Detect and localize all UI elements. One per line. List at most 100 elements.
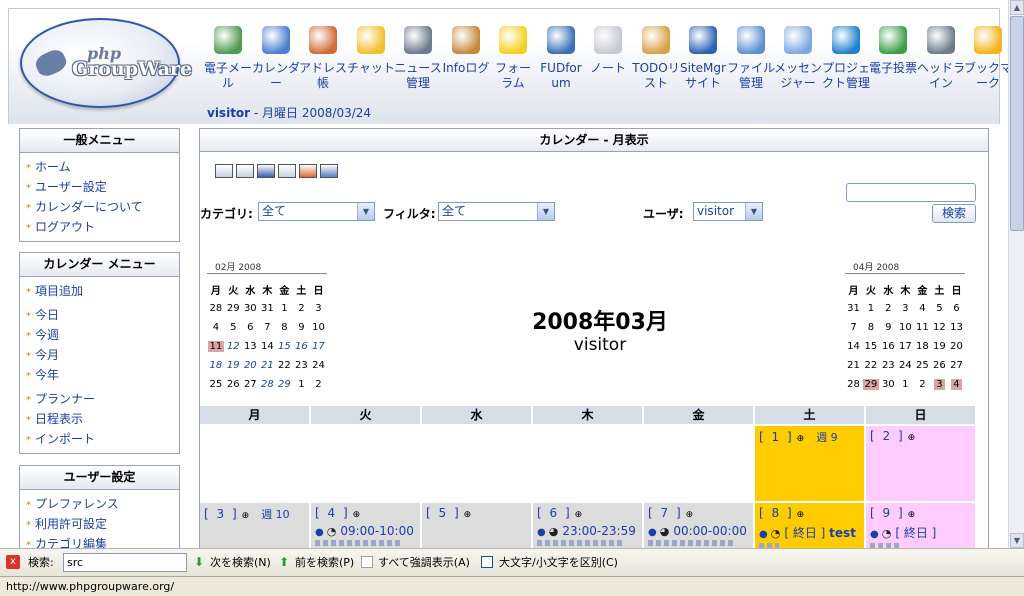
app-email[interactable]: 電子メール <box>204 26 252 91</box>
mini-day[interactable]: 26 <box>225 375 242 394</box>
day-cell-mon[interactable]: [ 3 ] ⊕ 週 10 <box>200 503 311 548</box>
day-link[interactable]: [ 3 ] <box>204 507 239 521</box>
day-link[interactable]: [ 5 ] <box>426 506 461 520</box>
app-headlines[interactable]: ヘッドライン <box>917 26 965 91</box>
app-todo[interactable]: TODOリスト <box>632 26 680 91</box>
find-next-button[interactable]: 次を検索(N) <box>210 555 271 571</box>
mini-day[interactable]: 23 <box>880 356 897 375</box>
mini-day[interactable]: 17 <box>897 337 914 356</box>
mini-day[interactable]: 5 <box>931 299 948 318</box>
app-globe[interactable]: SiteMgrサイト <box>679 26 727 91</box>
mini-day[interactable]: 30 <box>242 299 259 318</box>
phpgroupware-logo[interactable]: php GroupWare <box>20 18 192 108</box>
day-cell-fri[interactable]: [ 7 ] ⊕ ● ◕ 00:00-00:00 <box>644 503 755 548</box>
mini-day[interactable]: 6 <box>242 318 259 337</box>
app-notes[interactable]: ノート <box>584 26 632 76</box>
mini-day[interactable]: 16 <box>880 337 897 356</box>
view-matrix-icon[interactable] <box>320 164 338 178</box>
day-cell-sat[interactable]: [ 8 ] ⊕ ● ◔[ 終日 ] test <box>755 503 866 548</box>
day-link[interactable]: [ 2 ] <box>870 429 905 443</box>
mini-day[interactable]: 19 <box>225 356 242 375</box>
mini-day[interactable]: 29 <box>225 299 242 318</box>
mini-day[interactable]: 11 <box>207 337 225 356</box>
mini-day[interactable]: 3 <box>310 299 327 318</box>
find-input[interactable]: src <box>63 553 187 572</box>
add-event-icon[interactable]: ⊕ <box>353 510 361 520</box>
app-addressbook[interactable]: アドレス帳 <box>299 26 347 91</box>
app-chat[interactable]: チャット <box>347 26 395 76</box>
mini-day[interactable]: 26 <box>931 356 948 375</box>
mini-day[interactable]: 31 <box>259 299 276 318</box>
mini-day[interactable]: 12 <box>225 337 242 356</box>
event-item[interactable]: ● ◔[ 終日 ] test <box>759 524 860 541</box>
calendar-search-input[interactable] <box>846 183 976 202</box>
menu-preferences[interactable]: * プレファレンス <box>26 494 179 514</box>
mini-day[interactable]: 5 <box>225 318 242 337</box>
mini-day[interactable]: 1 <box>293 375 310 394</box>
mini-day[interactable]: 6 <box>948 299 965 318</box>
mini-day[interactable]: 29 <box>276 375 293 394</box>
add-event-icon[interactable]: ⊕ <box>242 511 250 521</box>
app-news[interactable]: ニュース管理 <box>394 26 442 91</box>
add-event-icon[interactable]: ⊕ <box>908 433 916 443</box>
day-link[interactable]: [ 9 ] <box>870 506 905 520</box>
mini-day[interactable]: 31 <box>845 299 862 318</box>
app-folder[interactable]: ファイル管理 <box>727 26 775 91</box>
mini-day[interactable]: 29 <box>862 375 880 394</box>
mini-day[interactable]: 10 <box>310 318 327 337</box>
mini-day[interactable]: 25 <box>914 356 931 375</box>
add-event-icon[interactable]: ⊕ <box>575 510 583 520</box>
mini-day[interactable]: 18 <box>207 356 225 375</box>
mini-day[interactable]: 4 <box>914 299 931 318</box>
mini-day[interactable]: 14 <box>845 337 862 356</box>
find-prev-button[interactable]: 前を検索(P) <box>295 555 354 571</box>
mini-day[interactable]: 8 <box>276 318 293 337</box>
mini-day[interactable]: 11 <box>914 318 931 337</box>
view-planner-icon[interactable] <box>299 164 317 178</box>
mini-day[interactable]: 1 <box>897 375 914 394</box>
menu-home[interactable]: * ホーム <box>26 157 179 177</box>
view-month-icon[interactable] <box>257 164 275 178</box>
day-cell-sun[interactable]: [ 2 ] ⊕ <box>866 426 975 503</box>
match-case-checkbox[interactable] <box>481 556 493 568</box>
mini-day[interactable]: 9 <box>880 318 897 337</box>
day-link[interactable]: [ 8 ] <box>759 506 794 520</box>
menu-logout[interactable]: * ログアウト <box>26 217 179 237</box>
vertical-scrollbar[interactable]: ▲ ▼ <box>1008 0 1024 548</box>
mini-day[interactable]: 22 <box>276 356 293 375</box>
app-star[interactable]: ブックマーク <box>964 26 1008 91</box>
menu-import[interactable]: * インポート <box>26 429 179 449</box>
day-cell-thu[interactable]: [ 6 ] ⊕ ● ◕ 23:00-23:59 <box>533 503 644 548</box>
day-link[interactable]: [ 1 ] <box>759 430 794 444</box>
mini-day[interactable]: 21 <box>259 356 276 375</box>
scroll-down-icon[interactable]: ▼ <box>1010 533 1024 548</box>
mini-day[interactable]: 28 <box>207 299 225 318</box>
add-event-icon[interactable]: ⊕ <box>908 510 916 520</box>
mini-day[interactable]: 4 <box>948 375 965 394</box>
day-cell-tue[interactable]: [ 4 ] ⊕ ● ◔ 09:00-10:00 <box>311 503 422 548</box>
view-week-icon[interactable] <box>236 164 254 178</box>
mini-day[interactable]: 10 <box>897 318 914 337</box>
category-select[interactable]: 全て ▼ <box>258 202 375 221</box>
menu-planner[interactable]: * プランナー <box>26 389 179 409</box>
mini-day[interactable]: 28 <box>259 375 276 394</box>
user-select[interactable]: visitor ▼ <box>693 202 763 221</box>
mini-day[interactable]: 30 <box>880 375 897 394</box>
event-item[interactable]: ● ◕ 23:00-23:59 <box>537 524 638 538</box>
mini-day[interactable]: 27 <box>242 375 259 394</box>
mini-day[interactable]: 15 <box>862 337 880 356</box>
mini-day[interactable]: 2 <box>310 375 327 394</box>
mini-day[interactable]: 25 <box>207 375 225 394</box>
highlight-all-button[interactable]: すべて強調表示(A) <box>378 555 470 571</box>
mini-day[interactable]: 1 <box>276 299 293 318</box>
filter-select[interactable]: 全て ▼ <box>438 202 555 221</box>
menu-acl[interactable]: * 利用許可設定 <box>26 514 179 534</box>
mini-day[interactable]: 2 <box>914 375 931 394</box>
mini-day[interactable]: 9 <box>293 318 310 337</box>
mini-next-title[interactable]: 04月 2008 <box>845 260 965 274</box>
mini-day[interactable]: 7 <box>259 318 276 337</box>
scroll-up-icon[interactable]: ▲ <box>1010 0 1024 15</box>
menu-this-week[interactable]: * 今週 <box>26 325 179 345</box>
day-cell-wed[interactable]: [ 5 ] ⊕ <box>422 503 533 548</box>
mini-day[interactable]: 20 <box>948 337 965 356</box>
